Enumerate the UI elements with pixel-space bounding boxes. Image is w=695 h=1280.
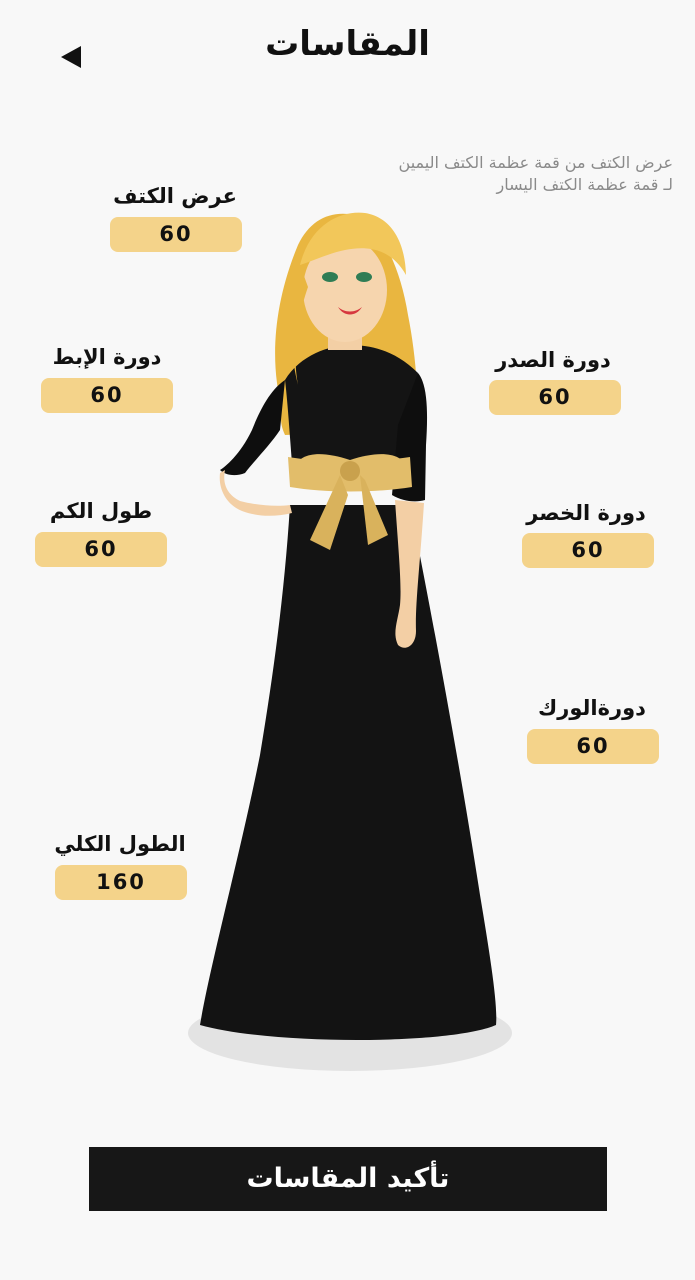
label-sleeve-length: طول الكم xyxy=(49,499,153,523)
label-chest: دورة الصدر xyxy=(495,348,611,372)
dress-model-illustration xyxy=(188,212,512,1071)
label-waist: دورة الخصر xyxy=(526,501,646,525)
sleeve-length-value[interactable]: 60 xyxy=(35,532,167,567)
armhole-value[interactable]: 60 xyxy=(41,378,173,413)
hip-value[interactable]: 60 xyxy=(527,729,659,764)
page-title: المقاسات xyxy=(265,24,430,64)
chest-value[interactable]: 60 xyxy=(489,380,621,415)
waist-value[interactable]: 60 xyxy=(522,533,654,568)
label-armhole: دورة الإبط xyxy=(52,345,162,369)
label-total-length: الطول الكلي xyxy=(54,832,186,856)
label-hip: دورةالورك xyxy=(538,696,646,720)
measurement-hint: عرض الكتف من قمة عظمة الكتف اليمين لـ قم… xyxy=(398,153,673,194)
shoulder-width-value[interactable]: 60 xyxy=(110,217,242,252)
confirm-measurements-button[interactable]: تأكيد المقاسات xyxy=(89,1147,607,1211)
total-length-value[interactable]: 160 xyxy=(55,865,187,900)
label-shoulder-width: عرض الكتف xyxy=(113,184,237,208)
header: المقاسات xyxy=(0,0,695,100)
